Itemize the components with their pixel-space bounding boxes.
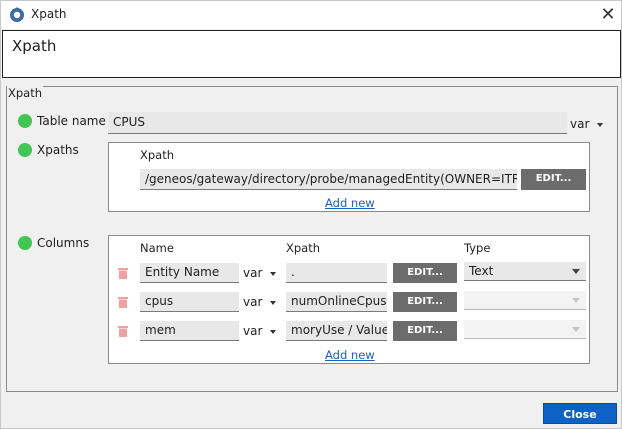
- xpaths-column-header: Xpath: [140, 148, 175, 162]
- chevron-down-icon: [270, 300, 277, 305]
- close-button[interactable]: Close: [543, 403, 617, 424]
- chevron-down-icon: [270, 329, 277, 334]
- close-icon[interactable]: ✕: [597, 4, 619, 26]
- column-var-dropdown[interactable]: var: [243, 322, 277, 340]
- column-name-input[interactable]: mem: [140, 321, 239, 341]
- columns-header-type: Type: [464, 241, 491, 255]
- xpaths-label: Xpaths: [37, 143, 79, 157]
- columns-label: Columns: [37, 236, 90, 250]
- chevron-down-icon: [270, 271, 277, 276]
- var-label: var: [243, 295, 263, 309]
- var-label: var: [243, 324, 263, 338]
- chevron-down-icon: [572, 298, 580, 303]
- chevron-down-icon: [572, 269, 580, 274]
- table-name-input[interactable]: CPUS: [108, 112, 567, 134]
- delete-row-icon[interactable]: [118, 267, 128, 279]
- type-value: Text: [469, 264, 494, 278]
- columns-header-xpath: Xpath: [286, 241, 321, 255]
- var-label: var: [570, 117, 590, 131]
- var-label: var: [243, 266, 263, 280]
- page-title: Xpath: [12, 37, 57, 55]
- window-title: Xpath: [31, 7, 67, 21]
- table-name-label: Table name: [37, 114, 106, 128]
- header-panel: Xpath: [2, 30, 621, 78]
- column-var-dropdown[interactable]: var: [243, 293, 277, 311]
- table-name-var-dropdown[interactable]: var: [570, 115, 604, 133]
- chevron-down-icon: [572, 327, 580, 332]
- xpath-input[interactable]: /geneos/gateway/directory/probe/managedE…: [140, 169, 517, 190]
- column-edit-button[interactable]: EDIT...: [393, 263, 457, 283]
- columns-header-name: Name: [140, 241, 174, 255]
- table-name-status-icon: [18, 114, 32, 128]
- column-type-dropdown[interactable]: [464, 320, 586, 339]
- delete-row-icon[interactable]: [118, 296, 128, 308]
- columns-status-icon: [18, 236, 32, 250]
- column-xpath-input[interactable]: .: [286, 263, 387, 283]
- column-edit-button[interactable]: EDIT...: [393, 292, 457, 312]
- section-legend: Xpath: [7, 86, 44, 100]
- column-type-dropdown[interactable]: Text: [464, 262, 586, 281]
- column-edit-button[interactable]: EDIT...: [393, 321, 457, 341]
- column-name-input[interactable]: Entity Name: [140, 263, 239, 283]
- columns-add-new-link[interactable]: Add new: [325, 348, 375, 362]
- xpath-dialog: Xpath ✕ Xpath Xpath Table name CPUS var …: [0, 0, 622, 429]
- column-var-dropdown[interactable]: var: [243, 264, 277, 282]
- gear-cog-icon: [10, 7, 24, 22]
- xpath-edit-button[interactable]: EDIT...: [521, 169, 586, 190]
- column-type-dropdown[interactable]: [464, 291, 586, 310]
- chevron-down-icon: [597, 122, 604, 127]
- delete-row-icon[interactable]: [118, 325, 128, 337]
- column-name-input[interactable]: cpus: [140, 292, 239, 312]
- xpaths-add-new-link[interactable]: Add new: [325, 196, 375, 210]
- column-xpath-input[interactable]: moryUse / Value: [286, 321, 387, 341]
- column-xpath-input[interactable]: numOnlineCpus: [286, 292, 387, 312]
- title-bar: Xpath ✕: [1, 1, 621, 29]
- xpaths-status-icon: [18, 143, 32, 157]
